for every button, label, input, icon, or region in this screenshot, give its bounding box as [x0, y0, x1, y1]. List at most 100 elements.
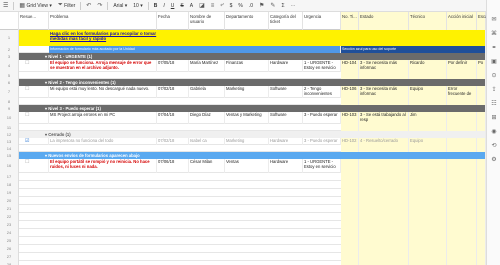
- cell-accion[interactable]: [447, 245, 477, 253]
- cell-urgencia[interactable]: 2 - Tengo inconvenientes: [303, 86, 341, 98]
- cell-fecha[interactable]: 07/02/18: [157, 86, 189, 98]
- cell-ticket-number[interactable]: [341, 237, 359, 245]
- cell-accion[interactable]: [447, 205, 477, 213]
- cell-categoria[interactable]: Software: [269, 86, 303, 98]
- row-number[interactable]: 13: [0, 138, 19, 145]
- header-categoria[interactable]: Categoría del ticket: [269, 12, 303, 30]
- cell-estado[interactable]: [359, 237, 409, 245]
- sigma-icon[interactable]: Σ: [278, 0, 287, 12]
- forms-icon[interactable]: ⊞: [490, 114, 498, 122]
- cell-estado[interactable]: 3 - Se necesita más informac: [359, 60, 409, 72]
- cell-tecnico[interactable]: [409, 205, 447, 213]
- cell-escalado[interactable]: [477, 205, 486, 213]
- row-number[interactable]: 19: [0, 189, 19, 197]
- row-number[interactable]: 16: [0, 159, 19, 173]
- cell-escalado[interactable]: [477, 229, 486, 237]
- cell-tecnico[interactable]: Jim: [409, 112, 447, 124]
- row-number[interactable]: 17: [0, 173, 19, 181]
- cell-tecnico[interactable]: [409, 98, 447, 105]
- row-number[interactable]: 21: [0, 205, 19, 213]
- cell-escalado[interactable]: [477, 138, 486, 145]
- menu-icon[interactable]: ☰: [0, 0, 11, 12]
- cell-estado[interactable]: [359, 181, 409, 189]
- banner-link[interactable]: Haga clic en los formularios para recopi…: [50, 31, 160, 41]
- cell-escalado[interactable]: [477, 261, 486, 265]
- row-number[interactable]: 10: [0, 112, 19, 124]
- cell-ticket-number[interactable]: [341, 213, 359, 221]
- cell-escalado[interactable]: [477, 189, 486, 197]
- link-icon[interactable]: ⚭: [490, 44, 498, 52]
- cell-escalado[interactable]: [477, 98, 486, 105]
- cell-escalado[interactable]: [477, 221, 486, 229]
- cell-accion[interactable]: [447, 124, 477, 131]
- cell-ticket-number[interactable]: [341, 98, 359, 105]
- cell-tecnico[interactable]: [409, 229, 447, 237]
- cell-ticket-number[interactable]: [341, 72, 359, 79]
- cell-accion[interactable]: [447, 197, 477, 205]
- cell-ticket-number[interactable]: [341, 189, 359, 197]
- row-number[interactable]: 14: [0, 145, 19, 152]
- row-number[interactable]: 4: [0, 60, 19, 72]
- cell-urgencia[interactable]: 3 - Puedo esperar: [303, 138, 341, 145]
- text-color-icon[interactable]: A: [187, 0, 196, 12]
- cell-accion[interactable]: Error frecuente de: [447, 86, 477, 98]
- cell-accion[interactable]: [447, 173, 477, 181]
- comments-icon[interactable]: ✉: [490, 16, 498, 24]
- cell-ticket-number[interactable]: [341, 221, 359, 229]
- wrap-icon[interactable]: ⤶: [217, 0, 226, 12]
- cell-estado[interactable]: [359, 189, 409, 197]
- format-painter-icon[interactable]: ✎: [267, 0, 278, 12]
- header-escalado[interactable]: Escal: [477, 12, 486, 30]
- row-number[interactable]: 27: [0, 253, 19, 261]
- cell-accion[interactable]: [447, 261, 477, 265]
- history-icon[interactable]: ⟲: [490, 142, 498, 150]
- cell-estado[interactable]: [359, 261, 409, 265]
- header-urgencia[interactable]: Urgencia: [303, 12, 341, 30]
- cell-categoria[interactable]: Hardware: [269, 138, 303, 145]
- cell-accion[interactable]: [447, 181, 477, 189]
- cell-tecnico[interactable]: Equipo: [409, 86, 447, 98]
- cell-tecnico[interactable]: [409, 237, 447, 245]
- cell-escalado[interactable]: [477, 173, 486, 181]
- cell-tecnico[interactable]: [409, 145, 447, 152]
- row-number[interactable]: 2: [0, 46, 19, 53]
- group-header[interactable]: ▾ Nivel 3 - Puedo esperar (1): [19, 105, 486, 112]
- cell-estado[interactable]: [359, 205, 409, 213]
- font-select[interactable]: Arial ▾: [110, 0, 130, 12]
- header-resuelto[interactable]: Resue...: [19, 12, 49, 30]
- decimal-icon[interactable]: .0: [246, 0, 256, 12]
- row-number[interactable]: 12: [0, 131, 19, 138]
- header-accion[interactable]: Acción inicial: [447, 12, 477, 30]
- conditional-format-icon[interactable]: ⚑: [256, 0, 267, 12]
- cell-escalado[interactable]: [477, 181, 486, 189]
- cell-departamento[interactable]: Ventas y Marketing: [225, 112, 269, 124]
- cell-urgencia[interactable]: 3 - Puedo esperar: [303, 112, 341, 124]
- cell-problema[interactable]: El equipo se funciona. Arroja mensaje de…: [49, 60, 157, 72]
- fill-color-icon[interactable]: ◪: [196, 0, 208, 12]
- cell-problema[interactable]: El equipo portátil se rompió y no reinic…: [49, 159, 157, 173]
- header-ticket-number[interactable]: No. Ti...: [341, 12, 359, 30]
- bulb-icon[interactable]: ◉: [490, 128, 498, 136]
- row-number[interactable]: 1: [0, 30, 19, 46]
- bold-icon[interactable]: B: [151, 0, 161, 12]
- cell-usuario[interactable]: María Martínez: [189, 60, 225, 72]
- cell-escalado[interactable]: [477, 253, 486, 261]
- cell-departamento[interactable]: Finanzas: [225, 60, 269, 72]
- cell-accion[interactable]: Por definir: [447, 60, 477, 72]
- cell-categoria[interactable]: Software: [269, 112, 303, 124]
- cell-estado[interactable]: [359, 253, 409, 261]
- cell-fecha[interactable]: 07/06/18: [157, 159, 189, 173]
- cell-estado[interactable]: [359, 124, 409, 131]
- automation-icon[interactable]: ⚙: [490, 156, 498, 164]
- cell-escalado[interactable]: [477, 145, 486, 152]
- align-left-icon[interactable]: ≡: [208, 0, 218, 12]
- cell-resuelto[interactable]: ☐: [19, 86, 49, 98]
- cell-escalado[interactable]: [477, 159, 486, 173]
- cell-estado[interactable]: 4 - Resuelto/cerrado: [359, 138, 409, 145]
- cell-escalado[interactable]: [477, 72, 486, 79]
- row-number[interactable]: 24: [0, 229, 19, 237]
- cell-tecnico[interactable]: [409, 189, 447, 197]
- cell-estado[interactable]: [359, 197, 409, 205]
- row-number[interactable]: 7: [0, 86, 19, 98]
- italic-icon[interactable]: I: [160, 0, 167, 12]
